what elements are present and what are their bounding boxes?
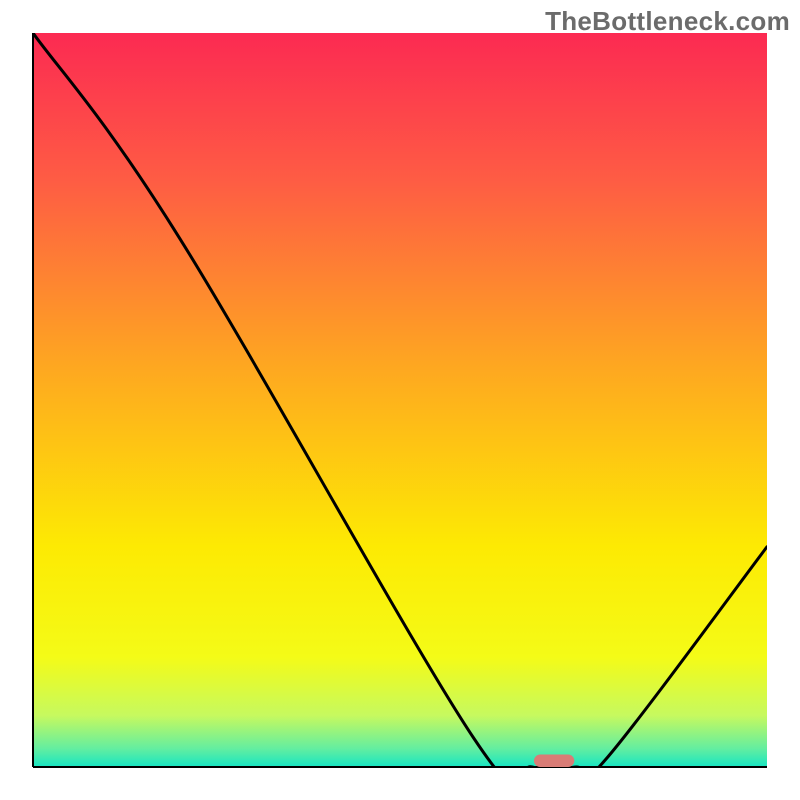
bottleneck-chart	[0, 0, 800, 800]
watermark-label: TheBottleneck.com	[545, 6, 790, 37]
chart-container: TheBottleneck.com	[0, 0, 800, 800]
chart-background	[33, 33, 767, 767]
optimum-marker	[534, 755, 574, 767]
